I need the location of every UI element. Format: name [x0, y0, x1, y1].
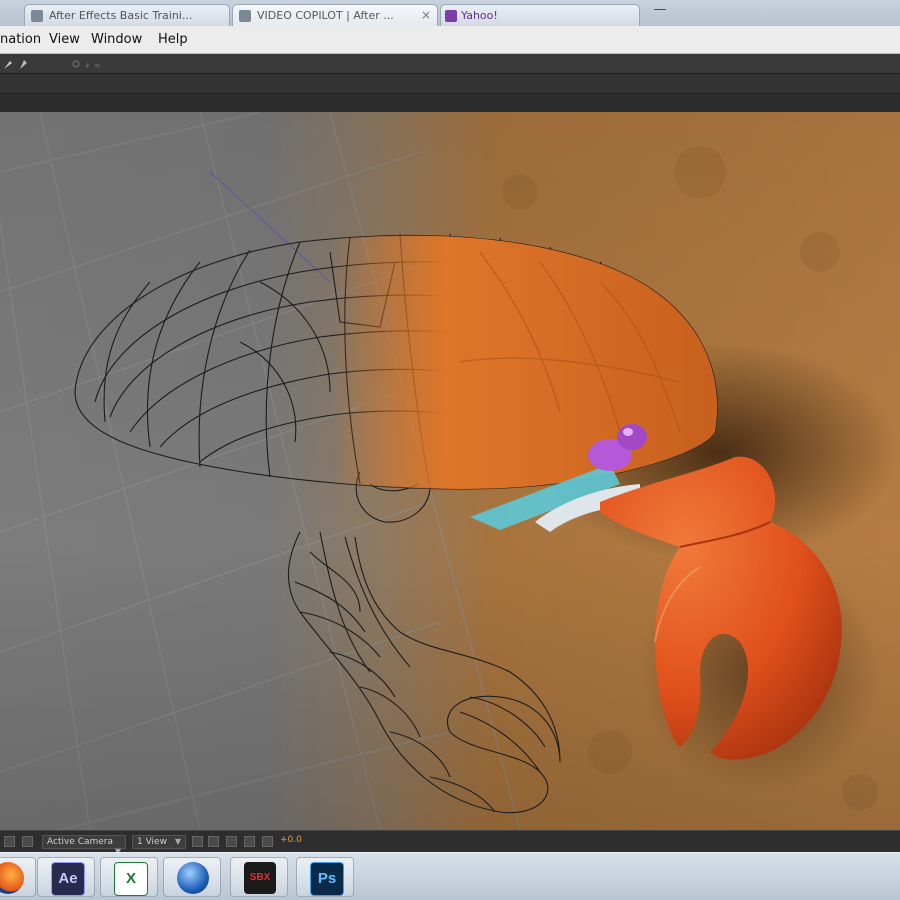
menu-view[interactable]: View — [49, 32, 80, 47]
menu-animation[interactable]: nation — [0, 32, 41, 47]
menu-window[interactable]: Window — [91, 32, 142, 47]
chevron-down-icon: ▼ — [174, 837, 181, 846]
view-layout-value: 1 View — [137, 837, 167, 847]
svg-text:+: + — [84, 61, 91, 70]
camera-view-select[interactable]: Active Camera▼ — [42, 835, 126, 856]
browser-tab-yahoo[interactable]: Yahoo! — [440, 4, 640, 26]
grid-toggle-icon[interactable] — [4, 836, 15, 847]
taskbar-globe-button[interactable] — [163, 857, 221, 897]
tools-panel: + ≈ — [0, 54, 900, 74]
taskbar-firefox-button[interactable] — [0, 857, 36, 897]
menu-bar: nation View Window Help — [0, 26, 900, 54]
browser-tab-after-effects-training[interactable]: After Effects Basic Traini... — [24, 4, 230, 26]
browser-tab-strip: After Effects Basic Traini... VIDEO COPI… — [0, 0, 900, 26]
excel-icon: X — [114, 862, 148, 896]
composition-panel-header — [0, 94, 900, 112]
fast-preview-icon[interactable] — [208, 836, 219, 847]
svg-text:≈: ≈ — [94, 61, 101, 70]
taskbar-after-effects-button[interactable]: Ae — [37, 857, 95, 897]
exposure-icon[interactable] — [262, 836, 273, 847]
page-favicon-icon — [31, 10, 43, 22]
window-minimize-button[interactable]: — — [640, 2, 680, 22]
taskbar-photoshop-button[interactable]: Ps — [296, 857, 354, 897]
flowchart-icon[interactable] — [244, 836, 255, 847]
toggle-pixel-aspect-icon[interactable] — [192, 836, 203, 847]
tab-label: VIDEO COPILOT | After ... — [257, 9, 394, 22]
yahoo-favicon-icon — [445, 10, 457, 22]
taskbar-3ds-max-button[interactable]: SBX — [230, 857, 288, 897]
windows-taskbar: Ae X SBX Ps — [0, 852, 900, 900]
axis-mode-icon[interactable]: + ≈ — [70, 58, 110, 70]
page-favicon-icon — [239, 10, 251, 22]
taskbar-excel-button[interactable]: X — [100, 857, 158, 897]
photoshop-icon: Ps — [310, 862, 344, 896]
channel-icon[interactable] — [22, 836, 33, 847]
timeline-icon[interactable] — [226, 836, 237, 847]
crab-3d-render — [0, 112, 900, 830]
tab-label: After Effects Basic Traini... — [49, 9, 193, 22]
composition-viewer[interactable] — [0, 112, 900, 830]
browser-tab-video-copilot[interactable]: VIDEO COPILOT | After ... × — [232, 4, 438, 26]
after-effects-icon: Ae — [51, 862, 85, 896]
tab-label: Yahoo! — [461, 9, 498, 22]
camera-view-value: Active Camera — [47, 837, 114, 847]
exposure-value[interactable]: +0.0 — [280, 835, 302, 845]
view-layout-select[interactable]: 1 View ▼ — [132, 835, 186, 849]
globe-icon — [177, 862, 209, 894]
3ds-max-icon: SBX — [244, 862, 276, 894]
composition-view-controls: Active Camera▼ 1 View ▼ +0.0 — [0, 830, 900, 856]
composition-panel-tab-bar — [0, 74, 900, 94]
firefox-icon — [0, 862, 24, 894]
pen-tool-icon[interactable] — [2, 57, 32, 71]
close-tab-icon[interactable]: × — [421, 8, 431, 22]
menu-help[interactable]: Help — [158, 32, 188, 47]
